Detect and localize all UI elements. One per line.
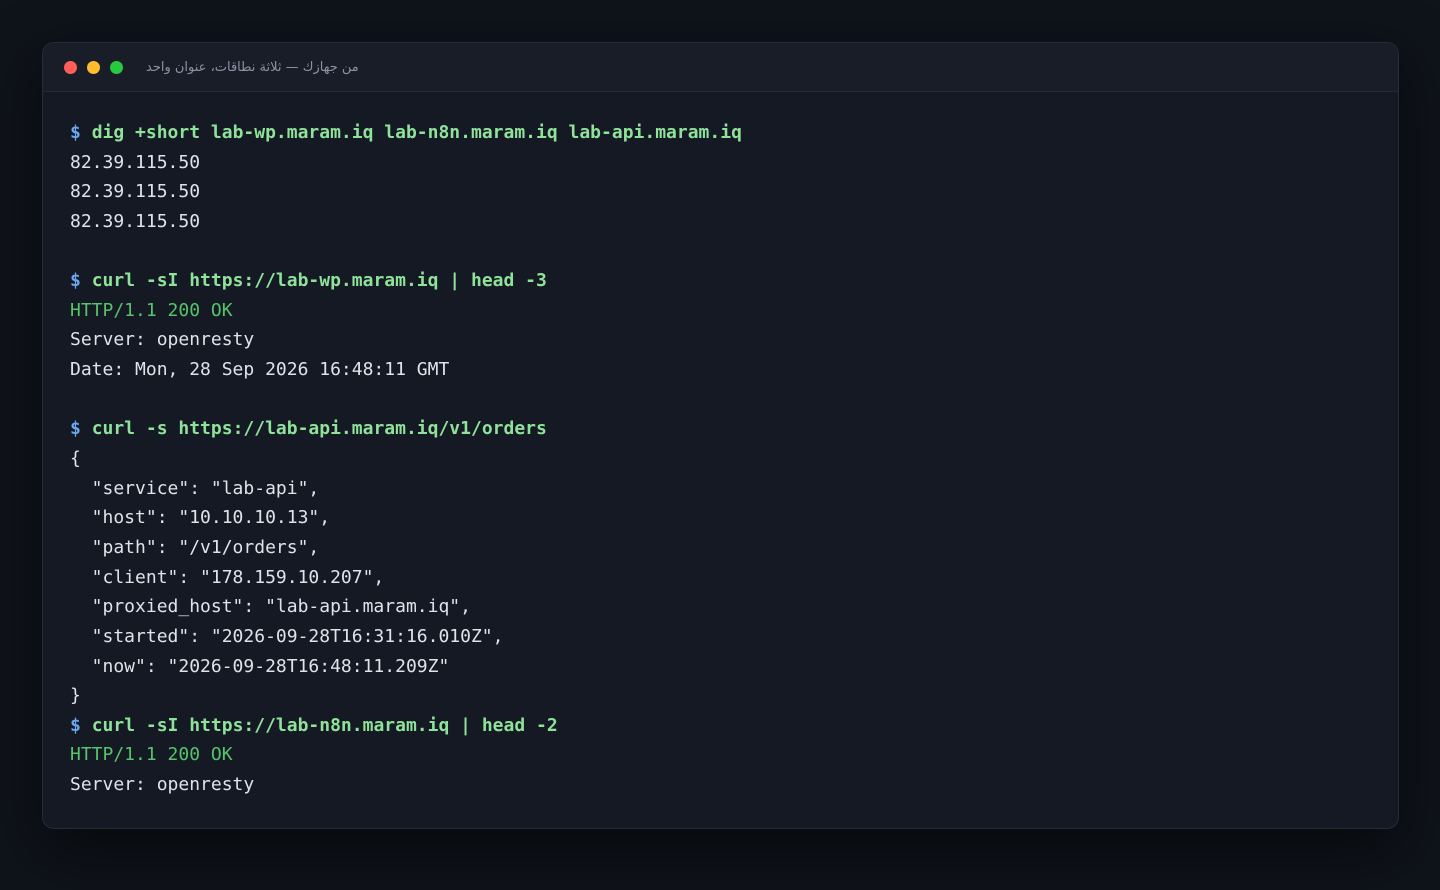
output-text: 82.39.115.50 [70,151,201,173]
output-text: { [70,448,81,470]
command-text: curl -s https://lab-api.maram.iq/v1/orde… [91,418,547,440]
close-window-button[interactable] [64,60,77,74]
output-text: Server: openresty [70,329,255,351]
output-text: Date: Mon, 28 Sep 2026 16:48:11 GMT [70,359,450,381]
status-line: HTTP/1.1 200 OK [70,740,1398,770]
output-line: "proxied_host": "lab-api.maram.iq", [70,592,1398,622]
terminal-output[interactable]: $ dig +short lab-wp.maram.iq lab-n8n.mar… [43,92,1398,800]
command-line: $ curl -s https://lab-api.maram.iq/v1/or… [70,414,1398,444]
output-text: "service": "lab-api", [70,477,320,499]
window-title: من جهازك — ثلاثة نطاقات، عنوان واحد [146,59,359,75]
output-text: "started": "2026-09-28T16:31:16.010Z", [70,625,504,647]
output-line: "host": "10.10.10.13", [70,503,1398,533]
command-text: dig +short lab-wp.maram.iq lab-n8n.maram… [91,122,742,143]
prompt-symbol: $ [70,122,81,143]
output-text: Server: openresty [70,774,255,796]
maximize-window-button[interactable] [110,60,123,74]
command-line: $ dig +short lab-wp.maram.iq lab-n8n.mar… [70,118,1398,148]
command-line: $ curl -sI https://lab-wp.maram.iq | hea… [70,266,1398,296]
output-line: 82.39.115.50 [70,177,1398,207]
output-line: "started": "2026-09-28T16:31:16.010Z", [70,622,1398,652]
output-text: "proxied_host": "lab-api.maram.iq", [70,596,471,618]
output-line: "service": "lab-api", [70,474,1398,504]
output-line: "now": "2026-09-28T16:48:11.209Z" [70,652,1398,682]
output-text: } [70,685,81,707]
http-status-text: HTTP/1.1 200 OK [70,744,233,766]
command-line: $ curl -sI https://lab-n8n.maram.iq | he… [70,711,1398,741]
terminal-window: من جهازك — ثلاثة نطاقات، عنوان واحد $ di… [42,42,1399,829]
output-text: 82.39.115.50 [70,181,201,203]
window-titlebar: من جهازك — ثلاثة نطاقات، عنوان واحد [43,43,1398,92]
output-line: Server: openresty [70,770,1398,800]
minimize-window-button[interactable] [87,60,100,74]
output-line: "client": "178.159.10.207", [70,563,1398,593]
command-text: curl -sI https://lab-wp.maram.iq | head … [91,270,547,292]
command-text: curl -sI https://lab-n8n.maram.iq | head… [91,714,558,736]
output-text: "now": "2026-09-28T16:48:11.209Z" [70,655,450,677]
output-line: } [70,681,1398,711]
output-text: "client": "178.159.10.207", [70,566,385,588]
output-line: Server: openresty [70,325,1398,355]
output-text: "host": "10.10.10.13", [70,507,331,529]
prompt-symbol: $ [70,714,81,736]
status-line: HTTP/1.1 200 OK [70,296,1398,326]
output-text: 82.39.115.50 [70,210,201,232]
prompt-symbol: $ [70,270,81,292]
output-text: "path": "/v1/orders", [70,536,320,558]
output-line: { [70,444,1398,474]
output-line: 82.39.115.50 [70,207,1398,237]
output-line: Date: Mon, 28 Sep 2026 16:48:11 GMT [70,355,1398,385]
output-line: 82.39.115.50 [70,148,1398,178]
http-status-text: HTTP/1.1 200 OK [70,299,233,321]
prompt-symbol: $ [70,418,81,440]
output-line: "path": "/v1/orders", [70,533,1398,563]
